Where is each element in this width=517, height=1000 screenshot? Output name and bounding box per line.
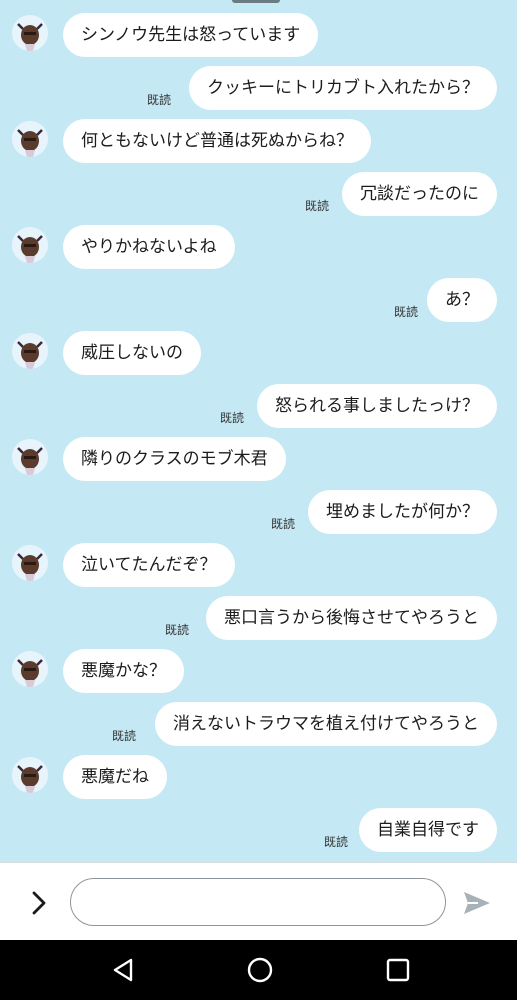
read-receipt: 既読 (220, 411, 245, 425)
avatar[interactable] (12, 757, 48, 793)
home-button[interactable] (242, 952, 278, 988)
recents-square-icon (386, 958, 410, 982)
system-navigation-bar (0, 940, 517, 1000)
message-row: 何ともないけど普通は死ぬからね？ (0, 119, 517, 163)
received-message-bubble[interactable]: やりかねないよね (63, 225, 235, 269)
back-triangle-icon (113, 958, 133, 982)
avatar[interactable] (12, 15, 48, 51)
message-row: 既読 自業自得です (0, 808, 517, 852)
send-button[interactable] (460, 886, 494, 920)
message-row: 既読 埋めましたが何か？ (0, 490, 517, 534)
message-input[interactable] (70, 878, 446, 926)
read-receipt: 既読 (305, 199, 330, 213)
sent-message-bubble[interactable]: 自業自得です (359, 808, 497, 852)
read-receipt: 既読 (394, 305, 419, 319)
received-message-bubble[interactable]: 隣りのクラスのモブ木君 (63, 437, 286, 481)
avatar[interactable] (12, 121, 48, 157)
expand-menu-button[interactable] (22, 885, 58, 921)
sent-message-bubble[interactable]: 冗談だったのに (342, 172, 497, 216)
message-row: 既読 クッキーにトリカブト入れたから？ (0, 66, 517, 110)
back-button[interactable] (105, 952, 141, 988)
sent-message-bubble[interactable]: クッキーにトリカブト入れたから？ (189, 66, 497, 110)
avatar[interactable] (12, 439, 48, 475)
message-row: 隣りのクラスのモブ木君 (0, 437, 517, 481)
chevron-right-icon (32, 891, 46, 915)
recents-button[interactable] (380, 952, 416, 988)
message-row: 既読 冗談だったのに (0, 172, 517, 216)
sent-message-bubble[interactable]: 埋めましたが何か？ (308, 490, 497, 534)
send-icon (464, 892, 490, 914)
message-row: シンノウ先生は怒っています (0, 13, 517, 57)
message-row: 既読 あ？ (0, 278, 517, 322)
home-circle-icon (247, 957, 273, 983)
sent-message-bubble[interactable]: 怒られる事しましたっけ？ (257, 384, 497, 428)
received-message-bubble[interactable]: 威圧しないの (63, 331, 201, 375)
received-message-bubble[interactable]: 泣いてたんだぞ？ (63, 543, 235, 587)
message-row: 泣いてたんだぞ？ (0, 543, 517, 587)
message-row: 既読 消えないトラウマを植え付けてやろうと (0, 702, 517, 746)
message-row: やりかねないよね (0, 225, 517, 269)
message-input-bar (0, 862, 517, 941)
received-message-bubble[interactable]: 悪魔だね (63, 755, 167, 799)
sent-message-bubble[interactable]: 悪口言うから後悔させてやろうと (206, 596, 497, 640)
message-row: 威圧しないの (0, 331, 517, 375)
message-row: 悪魔だね (0, 755, 517, 799)
avatar[interactable] (12, 545, 48, 581)
read-receipt: 既読 (271, 517, 296, 531)
avatar[interactable] (12, 333, 48, 369)
received-message-bubble[interactable]: シンノウ先生は怒っています (63, 13, 319, 57)
read-receipt: 既読 (165, 623, 190, 637)
chat-area[interactable]: シンノウ先生は怒っています 既読 クッキーにトリカブト入れたから？ 何ともないけ… (0, 0, 517, 862)
sent-message-bubble[interactable]: あ？ (427, 278, 497, 322)
message-row: 既読 悪口言うから後悔させてやろうと (0, 596, 517, 640)
read-receipt: 既読 (147, 93, 172, 107)
sent-message-bubble[interactable]: 消えないトラウマを植え付けてやろうと (155, 702, 497, 746)
message-row: 既読 怒られる事しましたっけ？ (0, 384, 517, 428)
received-message-bubble[interactable]: 何ともないけど普通は死ぬからね？ (63, 119, 371, 163)
received-message-bubble[interactable]: 悪魔かな？ (63, 649, 184, 693)
read-receipt: 既読 (324, 835, 349, 849)
avatar[interactable] (12, 651, 48, 687)
message-row: 悪魔かな？ (0, 649, 517, 693)
read-receipt: 既読 (112, 729, 137, 743)
avatar[interactable] (12, 227, 48, 263)
scroll-indicator (232, 0, 280, 3)
